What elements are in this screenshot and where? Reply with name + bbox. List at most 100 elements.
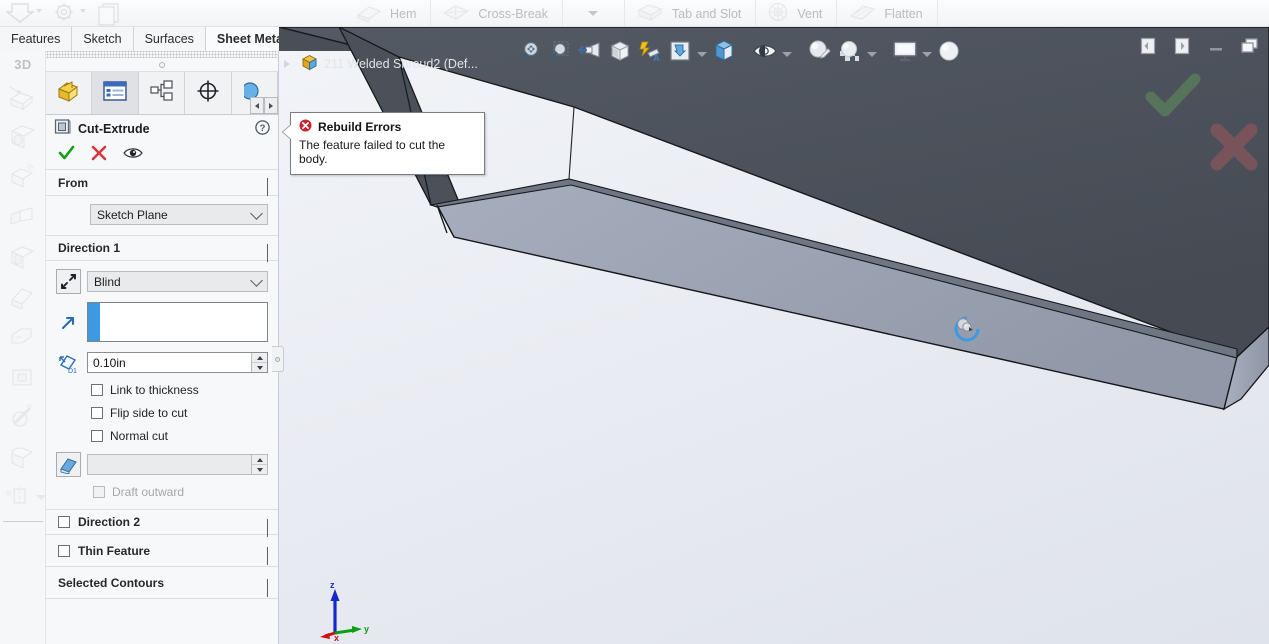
revolved-boss-icon[interactable] [0, 117, 45, 157]
view-orientation-cube-icon[interactable] [666, 36, 694, 66]
next-pane-button[interactable] [1171, 35, 1193, 57]
draft-angle-stepper-down[interactable] [252, 465, 267, 474]
sheet-metal-gear-icon[interactable] [50, 1, 90, 26]
graphics-area[interactable]: 211 Welded Shroud2 (Def... A z y x Rebui… [279, 27, 1269, 644]
reverse-direction-icon[interactable] [56, 269, 81, 294]
checkbox-row-link-to-thickness[interactable]: Link to thickness [91, 383, 268, 397]
rotate-view-cursor [948, 309, 988, 354]
ribbon-command-hem[interactable]: Hem [345, 0, 432, 26]
configuration-manager-tab[interactable] [138, 72, 186, 114]
panel-drag-dots[interactable] [46, 51, 278, 58]
link-to-thickness-checkbox[interactable] [91, 384, 103, 396]
chevron-up-icon[interactable] [267, 244, 268, 263]
panel-resize-grip[interactable] [272, 346, 284, 372]
display-style-icon[interactable] [710, 36, 738, 66]
direction-of-extrusion-selection-box[interactable] [87, 302, 268, 342]
from-condition-value: Sketch Plane [97, 207, 168, 222]
chevron-down-icon[interactable] [267, 547, 268, 565]
flip-side-to-cut-checkbox[interactable] [91, 407, 103, 419]
previous-pane-button[interactable] [1137, 35, 1159, 57]
sheet-metal-pages-icon[interactable] [94, 1, 134, 26]
manager-tab-scroll-right[interactable] [264, 97, 278, 114]
apply-scene-icon[interactable] [836, 36, 864, 66]
boundary-boss-icon[interactable] [0, 237, 45, 277]
fillet-icon[interactable] [0, 437, 45, 477]
checkbox-row-flip-side-to-cut[interactable]: Flip side to cut [91, 406, 268, 420]
zoom-to-fit-icon[interactable] [516, 36, 544, 66]
hide-show-dropdown-arrow[interactable] [781, 36, 793, 66]
tab-surfaces[interactable]: Surfaces [133, 27, 206, 51]
section-view-icon[interactable] [606, 36, 634, 66]
draft-angle-icon[interactable] [56, 452, 81, 477]
edit-appearance-icon[interactable] [806, 36, 834, 66]
feature-tree-icon [55, 78, 83, 109]
section-header-selected-contours[interactable]: Selected Contours [46, 567, 278, 599]
draft-angle-input[interactable] [87, 454, 268, 475]
tab-sketch[interactable]: Sketch [72, 27, 134, 51]
manager-tab-scroll-left[interactable] [250, 97, 264, 114]
dimxpert-manager-tab[interactable] [185, 72, 232, 114]
depth-stepper[interactable] [251, 353, 267, 372]
revolved-cut-icon[interactable] [0, 357, 45, 397]
depth-stepper-down[interactable] [252, 363, 267, 372]
zoom-to-area-icon[interactable] [546, 36, 574, 66]
chevron-down-icon[interactable] [267, 579, 268, 597]
extruded-cut-icon[interactable] [0, 277, 45, 317]
ribbon-command-flatten[interactable]: Flatten [837, 0, 938, 26]
tree-expand-caret-icon[interactable] [284, 60, 290, 68]
hole-wizard-icon[interactable] [0, 317, 45, 357]
ribbon-overflow-button[interactable] [563, 0, 625, 26]
normal-cut-checkbox[interactable] [91, 430, 103, 442]
swept-boss-icon[interactable] [0, 157, 45, 197]
ribbon-command-tab-and-slot[interactable]: Tab and Slot [625, 0, 757, 26]
from-condition-select[interactable]: Sketch Plane [90, 204, 268, 225]
extruded-boss-icon[interactable] [0, 77, 45, 117]
ribbon-command-cross-break[interactable]: Cross-Break [431, 0, 563, 26]
help-icon[interactable]: ? [255, 120, 270, 140]
realview-graphics-icon[interactable] [935, 36, 963, 66]
restore-button[interactable] [1239, 35, 1261, 57]
ribbon-command-vent[interactable]: Vent [756, 0, 838, 26]
document-tree-label[interactable]: 211 Welded Shroud2 (Def... [301, 54, 478, 74]
section-header-from[interactable]: From [46, 170, 278, 196]
tab-features[interactable]: Features [0, 27, 73, 51]
chevron-down-icon[interactable] [36, 494, 45, 500]
rail-3d-label: 3D [14, 56, 32, 72]
view-orientation-lightning-icon[interactable]: A [636, 36, 664, 66]
graphics-confirm-checkmark[interactable] [1143, 71, 1203, 124]
hide-show-items-icon[interactable] [751, 36, 779, 66]
property-manager-tab[interactable] [92, 72, 139, 114]
chevron-up-icon[interactable] [267, 178, 268, 197]
property-manager-title: Cut-Extrude [78, 121, 150, 136]
view-setting-icon[interactable] [891, 36, 919, 66]
detailed-preview-eye-button[interactable] [123, 146, 143, 165]
apply-scene-dropdown-arrow[interactable] [866, 36, 878, 66]
section-header-thin-feature[interactable]: Thin Feature [46, 535, 278, 567]
linear-pattern-icon[interactable] [0, 477, 45, 517]
thin-feature-checkbox[interactable] [58, 544, 70, 557]
minimize-button[interactable] [1205, 35, 1227, 57]
insert-bends-icon[interactable] [4, 1, 46, 26]
cancel-x-button[interactable] [91, 145, 107, 166]
panel-pin-handle[interactable] [46, 58, 278, 72]
ribbon-command-label: Cross-Break [478, 6, 548, 21]
previous-view-icon[interactable] [576, 36, 604, 66]
direction1-end-condition-select[interactable]: Blind [87, 271, 268, 292]
view-orientation-dropdown-arrow[interactable] [696, 36, 708, 66]
tab-and-slot-icon [635, 2, 665, 25]
depth-stepper-up[interactable] [252, 353, 267, 363]
draft-angle-stepper-up[interactable] [252, 455, 267, 465]
graphics-cancel-x[interactable] [1207, 120, 1261, 179]
section-header-direction1[interactable]: Direction 1 [46, 235, 278, 263]
accept-checkmark-button[interactable] [58, 145, 75, 166]
depth-input[interactable]: 0.10in [87, 352, 268, 373]
draft-angle-stepper[interactable] [251, 455, 267, 474]
direction2-checkbox[interactable] [58, 516, 70, 528]
checkbox-row-normal-cut[interactable]: Normal cut [91, 429, 268, 443]
lofted-boss-icon[interactable] [0, 197, 45, 237]
section-body-direction1: Blind D1 0.10in Link to thickness Flip s… [46, 261, 278, 509]
feature-manager-tab[interactable] [46, 72, 93, 114]
section-header-direction2[interactable]: Direction 2 [46, 509, 278, 537]
swept-cut-icon[interactable] [0, 397, 45, 437]
view-setting-dropdown-arrow[interactable] [921, 36, 933, 66]
